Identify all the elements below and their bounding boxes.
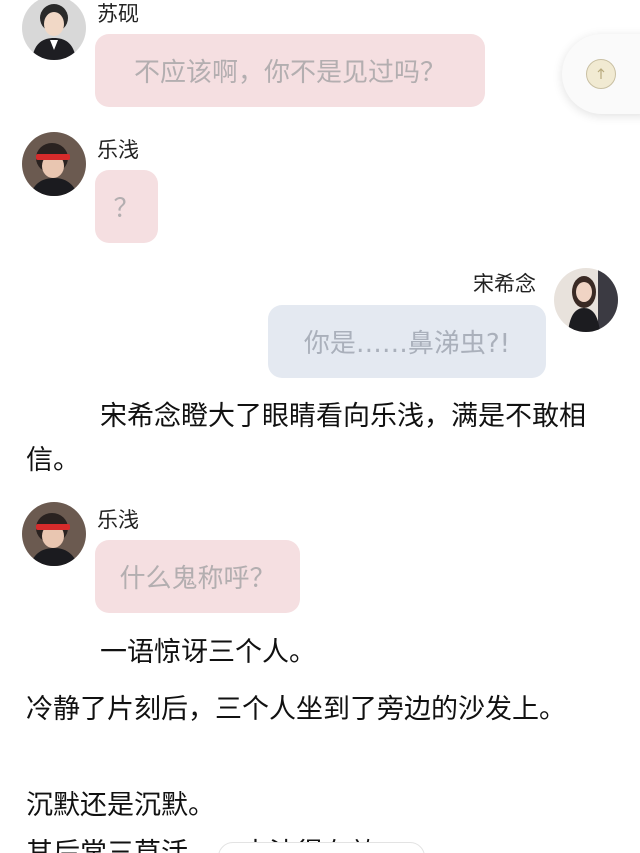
sender-name: 苏砚 (97, 2, 139, 26)
sender-name: 乐浅 (97, 508, 139, 532)
avatar-leqian[interactable] (22, 132, 86, 196)
female-avatar-icon (554, 268, 618, 332)
narration-paragraph: 沉默还是沉默。 (26, 790, 215, 821)
message-bubble[interactable]: 什么鬼称呼？ (95, 540, 300, 613)
sender-name: 宋希念 (473, 272, 536, 296)
floating-action-button[interactable] (562, 34, 640, 114)
narration-paragraph: 一语惊讶三个人。 (100, 637, 316, 668)
male-avatar-icon (22, 0, 86, 60)
narration-paragraph: 宋希念瞪大了眼睛看向乐浅，满是不敢相信。 (26, 401, 586, 476)
avatar-songxinian[interactable] (554, 268, 618, 332)
bottom-floating-bar[interactable] (218, 842, 425, 853)
message-bubble[interactable]: ？ (95, 170, 158, 243)
message-bubble[interactable]: 不应该啊，你不是见过吗？ (95, 34, 485, 107)
narration-paragraph: 冷静了片刻后，三个人坐到了旁边的沙发上。 (26, 694, 566, 725)
bookmark-icon (586, 59, 616, 89)
red-headband-avatar-icon (22, 502, 86, 566)
red-headband-avatar-icon (22, 132, 86, 196)
message-bubble[interactable]: 你是……鼻涕虫?! (268, 305, 546, 378)
avatar-leqian[interactable] (22, 502, 86, 566)
avatar-suyan[interactable] (22, 0, 86, 60)
chat-story-page: 苏砚 不应该啊，你不是见过吗？ 乐浅 ？ 宋希念 你是……鼻涕虫?! 宋希念瞪大… (0, 0, 640, 853)
sender-name: 乐浅 (97, 138, 139, 162)
